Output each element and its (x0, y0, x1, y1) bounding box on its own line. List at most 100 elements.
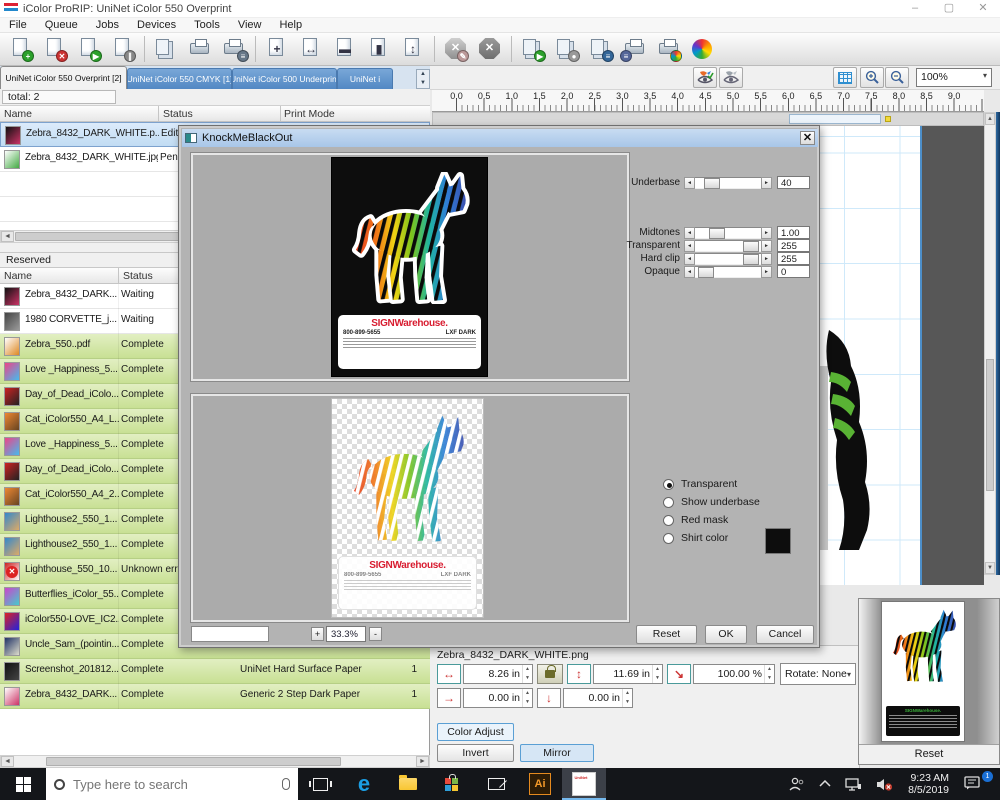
job-list-header[interactable]: Name Status Print Mode (0, 106, 430, 122)
spinner-icon[interactable]: ▲▼ (764, 665, 774, 683)
job-log-icon[interactable]: ≡ (586, 35, 616, 63)
radio-shirt-color[interactable]: Shirt color (663, 532, 728, 544)
duplicate-job-icon[interactable] (151, 35, 181, 63)
print-job-icon[interactable]: ▶ (74, 35, 104, 63)
slider-left-arrow[interactable]: ◄ (684, 240, 695, 252)
slider-left-arrow[interactable]: ◄ (684, 177, 695, 189)
column-print-mode[interactable]: Print Mode (284, 107, 335, 121)
slider-track[interactable] (695, 253, 761, 265)
dialog-close-icon[interactable]: ✕ (800, 131, 815, 145)
slider-track[interactable] (695, 240, 761, 252)
fit-page-icon[interactable]: + (262, 35, 292, 63)
invert-button[interactable]: Invert (437, 744, 514, 762)
prorip-taskbar-button[interactable]: UniNet (562, 768, 606, 800)
fit-height-icon[interactable]: ↕ (398, 35, 428, 63)
underbase-value[interactable]: 40 (777, 176, 810, 189)
action-center-button[interactable]: 1 (957, 776, 988, 793)
shirt-color-swatch[interactable] (765, 528, 791, 554)
grid-toggle-icon[interactable] (833, 67, 857, 88)
menu-tools[interactable]: Tools (185, 19, 229, 31)
preview-zoom-in-button[interactable]: + (311, 627, 324, 641)
system-clock[interactable]: 9:23 AM 8/5/2019 (908, 772, 949, 796)
reserved-hscrollbar[interactable]: ◄ ► (0, 755, 430, 768)
offset-y-field[interactable]: 0.00 in▲▼ (563, 688, 633, 708)
fit-width-icon[interactable]: ↔ (296, 35, 326, 63)
start-button[interactable] (0, 768, 46, 800)
scroll-thumb[interactable] (789, 114, 881, 124)
slider-right-arrow[interactable]: ► (761, 266, 772, 278)
search-input[interactable] (73, 777, 278, 792)
queue-tab-1[interactable]: UniNet iColor 550 CMYK [1] (127, 68, 232, 89)
stop-icon[interactable]: ✕ (475, 35, 505, 63)
column-status[interactable]: Status (163, 107, 193, 121)
illustrator-button[interactable]: Ai (518, 768, 562, 800)
menu-queue[interactable]: Queue (36, 19, 87, 31)
scroll-thumb[interactable] (986, 359, 994, 491)
dialog-titlebar[interactable]: KnockMeBlackOut ✕ (182, 129, 818, 147)
slider-left-arrow[interactable]: ◄ (684, 253, 695, 265)
queue-tab-3[interactable]: UniNet i (337, 68, 393, 89)
close-icon[interactable]: ✕ (966, 0, 1000, 17)
queue-start-icon[interactable]: ▶ (518, 35, 548, 63)
zoom-in-icon[interactable] (860, 67, 884, 88)
mail-button[interactable] (474, 768, 518, 800)
reserved-row[interactable]: Screenshot_201812... Complete UniNet Har… (0, 659, 430, 684)
preview-reset-button[interactable]: Reset (859, 744, 999, 764)
menu-devices[interactable]: Devices (128, 19, 185, 31)
store-button[interactable] (430, 768, 474, 800)
height-field[interactable]: 11.69 in▲▼ (593, 664, 663, 684)
mirror-button[interactable]: Mirror (520, 744, 594, 762)
hold-job-icon[interactable]: ∥ (108, 35, 138, 63)
radio-red-mask[interactable]: Red mask (663, 514, 728, 526)
underbase-slider[interactable] (695, 177, 761, 189)
edge-button[interactable]: e (342, 768, 386, 800)
network-icon[interactable] (845, 778, 862, 791)
file-explorer-button[interactable] (386, 768, 430, 800)
print-icon[interactable] (185, 35, 215, 63)
tray-expand-icon[interactable] (819, 780, 831, 788)
print-to-file-icon[interactable]: ≡ (219, 35, 249, 63)
slider-left-arrow[interactable]: ◄ (684, 266, 695, 278)
slider-track[interactable] (695, 227, 761, 239)
menu-jobs[interactable]: Jobs (87, 19, 128, 31)
tab-scroll-icon[interactable]: ▲▼ (416, 69, 430, 89)
show-underbase-view-icon[interactable] (719, 67, 743, 88)
rotate-select[interactable]: Rotate: None▾ (780, 663, 856, 685)
spinner-icon[interactable]: ▲▼ (622, 689, 632, 707)
color-adjust-button[interactable]: Color Adjust (437, 723, 514, 741)
color-palette-icon[interactable] (688, 35, 718, 63)
device-settings-icon[interactable]: ≡ (620, 35, 650, 63)
spinner-icon[interactable]: ▲▼ (522, 689, 532, 707)
center-horizontal-icon[interactable]: ▬ (330, 35, 360, 63)
slider-right-arrow[interactable]: ► (761, 227, 772, 239)
canvas-vscrollbar[interactable]: ▲ ▼ (984, 112, 996, 575)
zoom-out-icon[interactable] (885, 67, 909, 88)
taskbar-search[interactable] (46, 768, 298, 800)
reset-button[interactable]: Reset (636, 625, 697, 644)
scale-field[interactable]: 100.00 %▲▼ (693, 664, 775, 684)
print-preview-icon[interactable] (654, 35, 684, 63)
width-field[interactable]: 8.26 in▲▼ (463, 664, 533, 684)
spinner-icon[interactable]: ▲▼ (522, 665, 532, 683)
radio-transparent[interactable]: Transparent (663, 478, 737, 490)
minimize-icon[interactable]: – (898, 0, 932, 17)
column-status[interactable]: Status (123, 269, 153, 283)
reserved-row[interactable]: Zebra_8432_DARK... Complete Generic 2 St… (0, 684, 430, 709)
aspect-lock-button[interactable] (537, 664, 563, 684)
canvas-top-scrollbar[interactable] (432, 112, 984, 126)
menu-help[interactable]: Help (270, 19, 311, 31)
people-icon[interactable] (789, 777, 805, 791)
slider-right-arrow[interactable]: ► (761, 253, 772, 265)
abort-edit-icon[interactable]: ✕✎ (441, 35, 471, 63)
radio-show-underbase[interactable]: Show underbase (663, 496, 760, 508)
column-name[interactable]: Name (4, 269, 32, 283)
show-color-view-icon[interactable] (693, 67, 717, 88)
dialog-text-field[interactable] (191, 626, 269, 642)
canvas-zoom-select[interactable]: 100%▾ (916, 68, 992, 87)
cancel-button[interactable]: Cancel (756, 625, 814, 644)
new-job-icon[interactable]: + (6, 35, 36, 63)
delete-job-icon[interactable]: ✕ (40, 35, 70, 63)
slider-right-arrow[interactable]: ► (761, 240, 772, 252)
queue-hold-icon[interactable]: ● (552, 35, 582, 63)
restore-icon[interactable]: ▢ (932, 0, 966, 17)
